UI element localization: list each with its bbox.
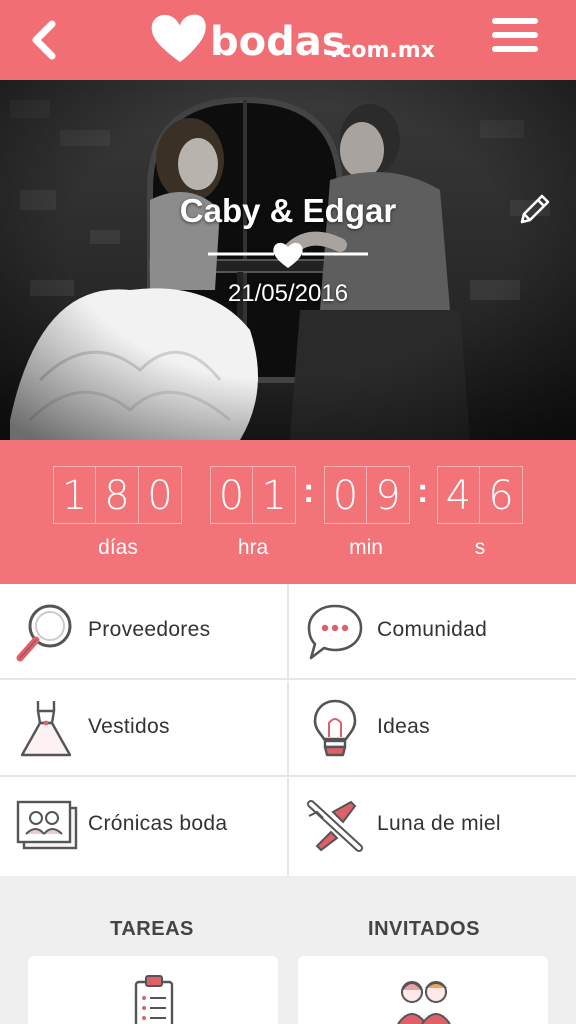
menu-button[interactable] — [492, 18, 542, 60]
heart-divider-icon — [208, 242, 368, 268]
minutes-counter: 0 9 — [324, 466, 410, 524]
pencil-icon — [520, 194, 550, 224]
days-digit: 8 — [96, 466, 139, 524]
photo-album-icon — [16, 800, 78, 850]
menu-item-label: Luna de miel — [377, 812, 501, 835]
menu-item-cronicas-boda[interactable]: Crónicas boda — [0, 778, 289, 876]
menu-item-comunidad[interactable]: Comunidad — [289, 584, 576, 680]
time-separator: : — [417, 472, 429, 510]
airplane-icon — [307, 800, 363, 852]
hours-digit: 0 — [210, 466, 253, 524]
menu-item-label: Crónicas boda — [88, 812, 228, 835]
seconds-label: s — [474, 536, 486, 559]
app-header: bodas .com.mx — [0, 0, 576, 80]
hamburger-icon — [492, 18, 542, 52]
back-button[interactable] — [22, 14, 70, 66]
days-digit: 1 — [53, 466, 96, 524]
edit-button[interactable] — [516, 190, 554, 228]
clipboard-icon — [134, 975, 174, 1024]
couple-photo: Caby & Edgar 21/05/2016 — [0, 80, 576, 440]
chevron-left-icon — [32, 20, 56, 60]
menu-item-label: Vestidos — [88, 715, 170, 738]
logo-domain: .com.mx — [330, 38, 435, 63]
days-counter: 1 8 0 — [53, 466, 182, 524]
magnifier-icon — [16, 604, 72, 662]
tasks-card[interactable] — [28, 956, 278, 1024]
bodas-logo[interactable]: bodas .com.mx — [148, 10, 438, 72]
chat-bubble-icon — [307, 604, 363, 660]
seconds-counter: 4 6 — [437, 466, 523, 524]
hours-digit: 1 — [253, 466, 296, 524]
time-separator: : — [303, 472, 315, 510]
menu-item-luna-de-miel[interactable]: Luna de miel — [289, 778, 576, 876]
wedding-date: 21/05/2016 — [227, 280, 349, 307]
hours-counter: 0 1 — [210, 466, 296, 524]
menu-item-ideas[interactable]: Ideas — [289, 681, 576, 777]
seconds-digit: 4 — [437, 466, 480, 524]
days-label: días — [98, 536, 138, 559]
days-digit: 0 — [139, 466, 182, 524]
logo-text: bodas — [210, 19, 346, 65]
menu-item-proveedores[interactable]: Proveedores — [0, 584, 289, 680]
tools-section: TAREAS INVITADOS — [0, 876, 576, 1024]
lightbulb-icon — [313, 699, 357, 757]
logo-heart-icon — [151, 14, 206, 62]
feature-menu: Proveedores Comunidad Vestidos Ideas Cró… — [0, 584, 576, 876]
guests-icon — [397, 981, 451, 1024]
wedding-countdown: 1 8 0 0 1 : 0 9 : 4 6 días hra min s — [0, 440, 576, 584]
minutes-digit: 0 — [324, 466, 367, 524]
minutes-digit: 9 — [367, 466, 410, 524]
guests-title: INVITADOS — [368, 918, 480, 940]
hours-label: hra — [237, 536, 269, 559]
dress-icon — [20, 701, 72, 757]
guests-card[interactable] — [298, 956, 548, 1024]
minutes-label: min — [349, 536, 383, 559]
menu-item-label: Proveedores — [88, 618, 211, 641]
seconds-digit: 6 — [480, 466, 523, 524]
couple-name: Caby & Edgar — [179, 192, 397, 229]
menu-item-label: Ideas — [377, 715, 430, 738]
tasks-title: TAREAS — [110, 918, 194, 940]
menu-item-label: Comunidad — [377, 618, 488, 641]
menu-item-vestidos[interactable]: Vestidos — [0, 681, 289, 777]
